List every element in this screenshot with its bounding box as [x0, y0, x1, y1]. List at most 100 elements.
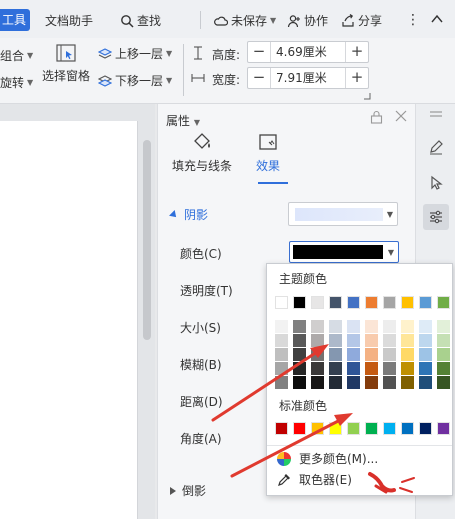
search-button[interactable]: 查找 — [120, 12, 161, 29]
theme-color-swatch[interactable] — [419, 296, 432, 309]
theme-color-swatch[interactable] — [329, 296, 342, 309]
theme-shade-swatch[interactable] — [401, 334, 414, 347]
theme-shade-swatch[interactable] — [383, 362, 396, 375]
dialog-launcher-icon[interactable] — [363, 92, 371, 100]
theme-shade-swatch[interactable] — [437, 362, 450, 375]
rail-pen-button[interactable] — [423, 134, 449, 160]
standard-color-swatch[interactable] — [275, 422, 288, 435]
vertical-scrollbar[interactable] — [143, 140, 151, 340]
theme-shade-swatch[interactable] — [419, 320, 432, 333]
theme-color-swatch[interactable] — [383, 296, 396, 309]
theme-shade-swatch[interactable] — [383, 376, 396, 389]
theme-shade-swatch[interactable] — [311, 348, 324, 361]
theme-shade-swatch[interactable] — [419, 348, 432, 361]
theme-shade-swatch[interactable] — [275, 334, 288, 347]
theme-shade-swatch[interactable] — [275, 362, 288, 375]
panel-title[interactable]: 属性 ▼ — [166, 112, 200, 129]
theme-color-swatch[interactable] — [401, 296, 414, 309]
theme-shade-swatch[interactable] — [383, 320, 396, 333]
share-button[interactable]: 分享 — [341, 12, 382, 29]
shadow-preset-dropdown[interactable]: ▼ — [288, 202, 398, 226]
height-decrement-button[interactable]: − — [248, 42, 270, 62]
rail-cursor-button[interactable] — [423, 170, 449, 196]
theme-shade-swatch[interactable] — [365, 376, 378, 389]
tab-fill-and-line[interactable]: 填充与线条 — [172, 132, 232, 174]
standard-color-swatch[interactable] — [437, 422, 450, 435]
theme-shade-swatch[interactable] — [419, 376, 432, 389]
height-stepper[interactable]: − 4.69厘米 + — [247, 41, 369, 63]
theme-shade-swatch[interactable] — [401, 348, 414, 361]
theme-shade-swatch[interactable] — [365, 334, 378, 347]
theme-shade-swatch[interactable] — [437, 376, 450, 389]
theme-color-swatch[interactable] — [275, 296, 288, 309]
eyedropper-item[interactable]: 取色器(E) — [277, 471, 352, 488]
theme-shade-swatch[interactable] — [329, 348, 342, 361]
width-input[interactable]: 7.91厘米 — [270, 68, 346, 88]
height-input[interactable]: 4.69厘米 — [270, 42, 346, 62]
theme-color-swatch[interactable] — [347, 296, 360, 309]
select-pane-button[interactable]: 选择窗格 — [42, 43, 90, 84]
theme-shade-swatch[interactable] — [329, 376, 342, 389]
theme-color-swatch[interactable] — [311, 296, 324, 309]
more-colors-item[interactable]: 更多颜色(M)... — [277, 450, 378, 467]
standard-color-swatch[interactable] — [311, 422, 324, 435]
theme-shade-swatch[interactable] — [401, 362, 414, 375]
theme-color-swatch[interactable] — [293, 296, 306, 309]
theme-shade-swatch[interactable] — [401, 376, 414, 389]
theme-shade-swatch[interactable] — [293, 348, 306, 361]
tab-effect[interactable]: 效果 — [256, 132, 280, 174]
document-page[interactable] — [0, 121, 138, 519]
height-increment-button[interactable]: + — [346, 42, 368, 62]
theme-shade-swatch[interactable] — [275, 348, 288, 361]
width-decrement-button[interactable]: − — [248, 68, 270, 88]
standard-color-swatch[interactable] — [365, 422, 378, 435]
theme-shade-swatch[interactable] — [275, 320, 288, 333]
theme-shade-swatch[interactable] — [293, 334, 306, 347]
theme-shade-swatch[interactable] — [347, 376, 360, 389]
standard-color-swatch[interactable] — [419, 422, 432, 435]
theme-shade-swatch[interactable] — [365, 362, 378, 375]
theme-shade-swatch[interactable] — [383, 348, 396, 361]
collapse-ribbon-button[interactable] — [430, 12, 444, 26]
unsaved-button[interactable]: 未保存 ▼ — [214, 12, 276, 29]
theme-shade-swatch[interactable] — [329, 320, 342, 333]
width-increment-button[interactable]: + — [346, 68, 368, 88]
theme-shade-swatch[interactable] — [347, 348, 360, 361]
theme-color-swatch[interactable] — [437, 296, 450, 309]
more-options-icon[interactable]: ⋮ — [406, 12, 420, 28]
group-button[interactable]: 组合 ▼ — [0, 47, 33, 64]
rail-properties-button[interactable] — [423, 204, 449, 230]
theme-shade-swatch[interactable] — [347, 320, 360, 333]
theme-shade-swatch[interactable] — [311, 334, 324, 347]
standard-color-swatch[interactable] — [383, 422, 396, 435]
theme-shade-swatch[interactable] — [365, 348, 378, 361]
doc-helper-tab[interactable]: 文档助手 — [45, 12, 93, 29]
send-backward-button[interactable]: 下移一层 ▼ — [98, 72, 172, 89]
standard-color-swatch[interactable] — [401, 422, 414, 435]
theme-shade-swatch[interactable] — [293, 320, 306, 333]
theme-shade-swatch[interactable] — [437, 320, 450, 333]
theme-shade-swatch[interactable] — [419, 362, 432, 375]
lock-icon[interactable] — [370, 110, 383, 124]
shadow-section-toggle[interactable]: 阴影 — [169, 206, 208, 223]
standard-color-swatch[interactable] — [347, 422, 360, 435]
theme-color-swatch[interactable] — [365, 296, 378, 309]
reflection-section-toggle[interactable]: 倒影 — [170, 482, 206, 499]
theme-shade-swatch[interactable] — [329, 334, 342, 347]
rotate-button[interactable]: 旋转 ▼ — [0, 74, 33, 91]
bring-forward-button[interactable]: 上移一层 ▼ — [98, 45, 172, 62]
theme-shade-swatch[interactable] — [347, 362, 360, 375]
theme-shade-swatch[interactable] — [365, 320, 378, 333]
theme-shade-swatch[interactable] — [401, 320, 414, 333]
tab-tools[interactable]: 工具 — [0, 9, 30, 31]
theme-shade-swatch[interactable] — [275, 376, 288, 389]
standard-color-swatch[interactable] — [329, 422, 342, 435]
theme-shade-swatch[interactable] — [437, 348, 450, 361]
theme-shade-swatch[interactable] — [347, 334, 360, 347]
theme-shade-swatch[interactable] — [329, 362, 342, 375]
rail-collapse-handle[interactable] — [423, 108, 449, 120]
collab-button[interactable]: 协作 — [287, 12, 328, 29]
theme-shade-swatch[interactable] — [419, 334, 432, 347]
theme-shade-swatch[interactable] — [383, 334, 396, 347]
theme-shade-swatch[interactable] — [437, 334, 450, 347]
